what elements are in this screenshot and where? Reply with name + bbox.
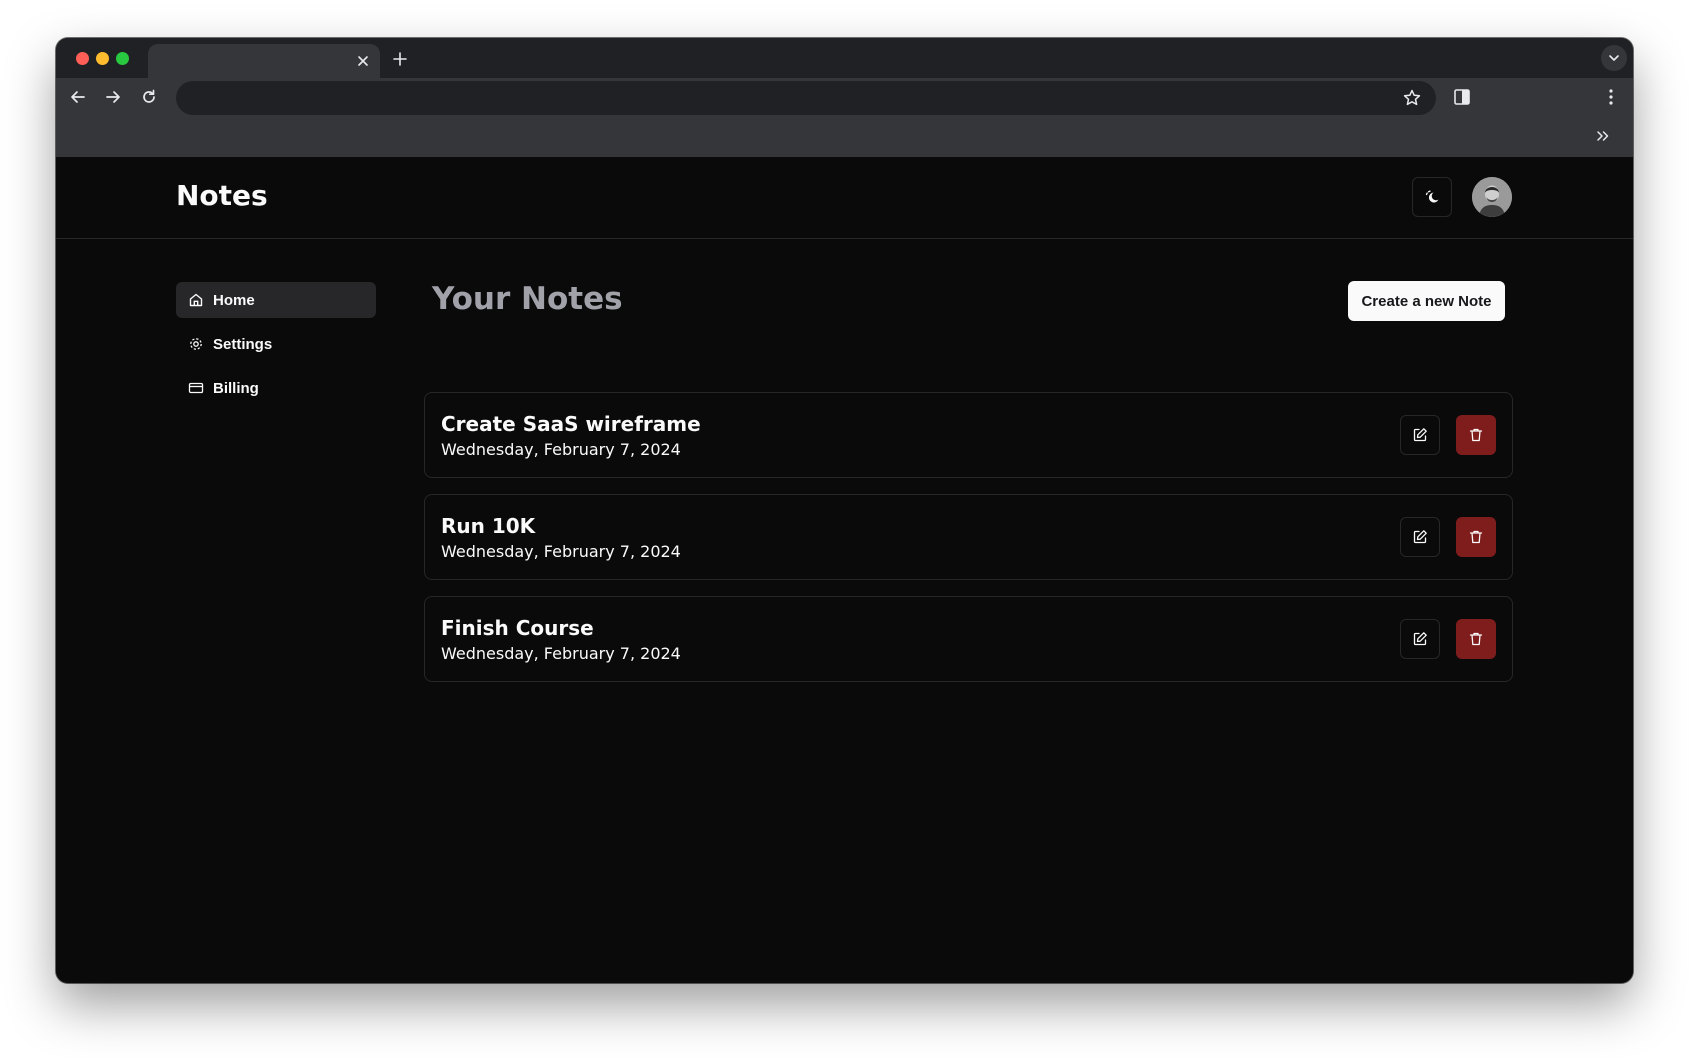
- browser-menu-icon[interactable]: [1600, 86, 1622, 108]
- moon-sun-icon: [1422, 187, 1442, 207]
- chevrons-right-icon[interactable]: [1595, 128, 1611, 144]
- address-bar[interactable]: [176, 81, 1436, 115]
- sidebar-item-label: Billing: [213, 379, 259, 397]
- browser-window: Notes Home Settings Billing Your Notes C…: [56, 38, 1633, 983]
- notes-list: Create SaaS wireframe Wednesday, Februar…: [424, 392, 1513, 698]
- app-navbar: Notes: [56, 157, 1633, 239]
- edit-icon: [1412, 631, 1428, 647]
- sidebar-item-billing[interactable]: Billing: [176, 370, 376, 406]
- tab-strip: [56, 38, 1633, 78]
- edit-note-button[interactable]: [1400, 619, 1440, 659]
- delete-note-button[interactable]: [1456, 517, 1496, 557]
- maximize-window-button[interactable]: [116, 52, 129, 65]
- trash-icon: [1468, 529, 1484, 545]
- edit-icon: [1412, 529, 1428, 545]
- sidebar-item-settings[interactable]: Settings: [176, 326, 376, 362]
- new-tab-icon[interactable]: [390, 49, 410, 69]
- tab-close-icon[interactable]: [354, 52, 372, 70]
- delete-note-button[interactable]: [1456, 619, 1496, 659]
- app-page: Notes Home Settings Billing Your Notes C…: [56, 157, 1633, 983]
- tab-search-icon[interactable]: [1601, 45, 1627, 71]
- bookmark-star-icon[interactable]: [1402, 88, 1422, 108]
- delete-note-button[interactable]: [1456, 415, 1496, 455]
- forward-arrow-icon[interactable]: [102, 86, 124, 108]
- edit-icon: [1412, 427, 1428, 443]
- sidebar-item-home[interactable]: Home: [176, 282, 376, 318]
- note-card: Run 10K Wednesday, February 7, 2024: [424, 494, 1513, 580]
- trash-icon: [1468, 427, 1484, 443]
- edit-note-button[interactable]: [1400, 517, 1440, 557]
- note-title: Create SaaS wireframe: [441, 412, 701, 436]
- home-icon: [188, 292, 213, 308]
- browser-tab[interactable]: [148, 44, 380, 78]
- close-window-button[interactable]: [76, 52, 89, 65]
- minimize-window-button[interactable]: [96, 52, 109, 65]
- side-panel-icon[interactable]: [1451, 86, 1473, 108]
- sidebar-nav: Home Settings Billing: [176, 282, 376, 414]
- sidebar-item-label: Settings: [213, 335, 273, 353]
- edit-note-button[interactable]: [1400, 415, 1440, 455]
- note-title: Run 10K: [441, 514, 536, 538]
- reload-icon[interactable]: [138, 86, 160, 108]
- note-card: Finish Course Wednesday, February 7, 202…: [424, 596, 1513, 682]
- browser-toolbar: [56, 78, 1633, 116]
- bookmarks-bar: [56, 116, 1633, 157]
- note-title: Finish Course: [441, 616, 594, 640]
- page-title: Your Notes: [432, 281, 623, 317]
- back-arrow-icon[interactable]: [67, 86, 89, 108]
- user-avatar[interactable]: [1472, 177, 1512, 217]
- create-note-button[interactable]: Create a new Note: [1348, 281, 1505, 321]
- theme-toggle-button[interactable]: [1412, 177, 1452, 217]
- note-date: Wednesday, February 7, 2024: [441, 542, 681, 561]
- settings-icon: [188, 336, 213, 352]
- trash-icon: [1468, 631, 1484, 647]
- note-card: Create SaaS wireframe Wednesday, Februar…: [424, 392, 1513, 478]
- credit-card-icon: [188, 380, 213, 396]
- sidebar-item-label: Home: [213, 291, 255, 309]
- note-date: Wednesday, February 7, 2024: [441, 644, 681, 663]
- note-date: Wednesday, February 7, 2024: [441, 440, 681, 459]
- app-brand[interactable]: Notes: [176, 179, 268, 212]
